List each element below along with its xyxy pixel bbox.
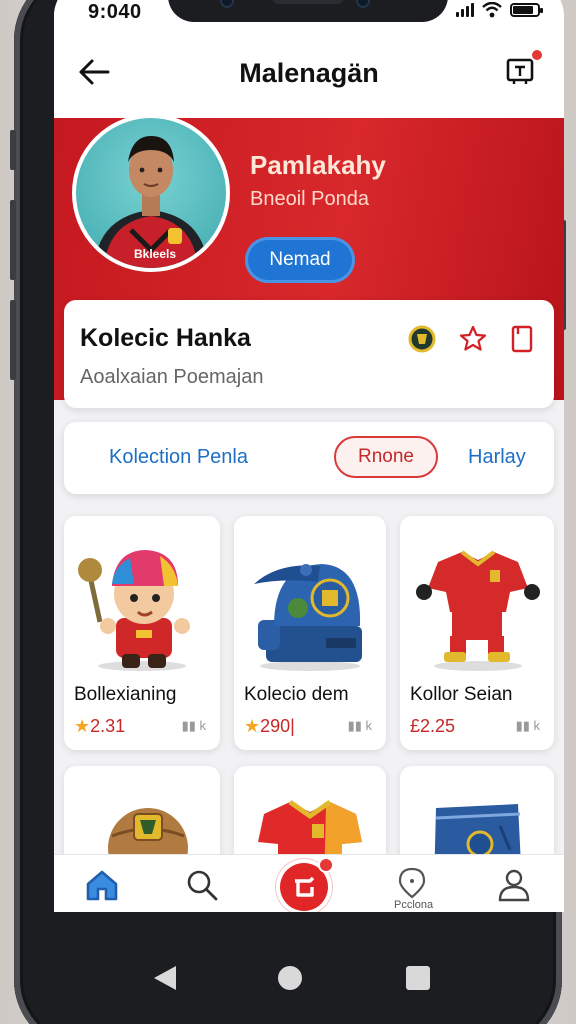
status-bar: 9:040: [54, 0, 564, 26]
cart-badge: [530, 48, 544, 62]
svg-text:Bkleels: Bkleels: [134, 247, 176, 261]
profile-icon[interactable]: [496, 867, 532, 903]
tab-right[interactable]: Harlay: [468, 446, 526, 469]
signal-icon: [456, 3, 474, 17]
search-icon[interactable]: [184, 867, 220, 903]
product-meta: ▮▮ k: [347, 718, 372, 733]
bookmark-icon[interactable]: [510, 324, 534, 354]
location-icon[interactable]: [394, 865, 430, 901]
battery-icon: [510, 3, 543, 17]
profile-name: Pamlakahy: [250, 150, 386, 180]
profile-action-button[interactable]: Nemad: [248, 240, 352, 280]
collection-actions: [408, 324, 534, 354]
rating-star-icon: ★: [244, 716, 261, 736]
volume-up-button: [10, 200, 16, 280]
product-card[interactable]: Kollor Seian £2.25 ▮▮ k: [400, 516, 554, 750]
bottom-nav: Pcclona: [54, 854, 564, 912]
tab-active[interactable]: Rnone: [334, 436, 438, 478]
product-meta: ▮▮ k: [515, 718, 540, 733]
collection-tabs: Kolection Penla Rnone Harlay: [64, 422, 554, 494]
mascot-figure-image: [78, 550, 190, 671]
app-screen: 9:040 Malenagän Bkleels Pamlakahy Bneoil…: [54, 0, 564, 912]
collection-info-card: Kolecic Hanka Aoalxaian Poemajan: [64, 300, 554, 408]
helmet-figure-image: [254, 564, 362, 671]
player-portrait: Bkleels: [94, 136, 208, 268]
product-price: ★290|: [244, 716, 295, 736]
system-recents-icon[interactable]: [404, 964, 432, 992]
system-nav-bar: [40, 942, 550, 1024]
product-meta: ▮▮ k: [181, 718, 206, 733]
system-home-icon[interactable]: [276, 964, 304, 992]
app-header: Malenagän: [54, 26, 564, 118]
avatar[interactable]: Bkleels: [72, 114, 230, 272]
earpiece: [273, 0, 343, 4]
star-icon[interactable]: [458, 324, 488, 354]
system-back-icon[interactable]: [152, 964, 178, 992]
mute-switch: [10, 130, 16, 170]
nav-label: Pcclona: [394, 899, 434, 911]
status-time: 9:040: [88, 1, 142, 23]
add-button[interactable]: [280, 857, 334, 911]
phone-frame: 9:040 Malenagän Bkleels Pamlakahy Bneoil…: [10, 0, 566, 1024]
product-card[interactable]: Kolecio dem ★290| ▮▮ k: [234, 516, 386, 750]
volume-down-button: [10, 300, 16, 380]
tab-collection[interactable]: Kolection Penla: [109, 446, 248, 469]
product-name: Kolecio dem: [244, 684, 349, 705]
club-badge-icon[interactable]: [408, 325, 436, 353]
cart-button[interactable]: [504, 48, 544, 88]
home-icon[interactable]: [84, 867, 120, 903]
status-icons: [456, 2, 543, 18]
camera-notch: [168, 0, 448, 22]
collection-subtitle: Aoalxaian Poemajan: [80, 366, 264, 388]
profile-subtitle: Bneoil Ponda: [250, 188, 369, 210]
rating-star-icon: ★: [74, 716, 91, 736]
product-card[interactable]: Bollexianing ★2.31 ▮▮ k: [64, 516, 220, 750]
front-camera: [356, 0, 370, 8]
notification-badge: [318, 857, 334, 873]
collection-title: Kolecic Hanka: [80, 324, 251, 352]
wifi-icon: [482, 2, 502, 18]
product-name: Kollor Seian: [410, 684, 513, 705]
product-name: Bollexianing: [74, 684, 177, 705]
product-price: ★2.31: [74, 716, 126, 736]
product-price: £2.25: [410, 716, 456, 736]
front-sensor: [220, 0, 234, 8]
page-title: Malenagän: [239, 58, 379, 88]
kit-figure-image: [416, 550, 540, 671]
